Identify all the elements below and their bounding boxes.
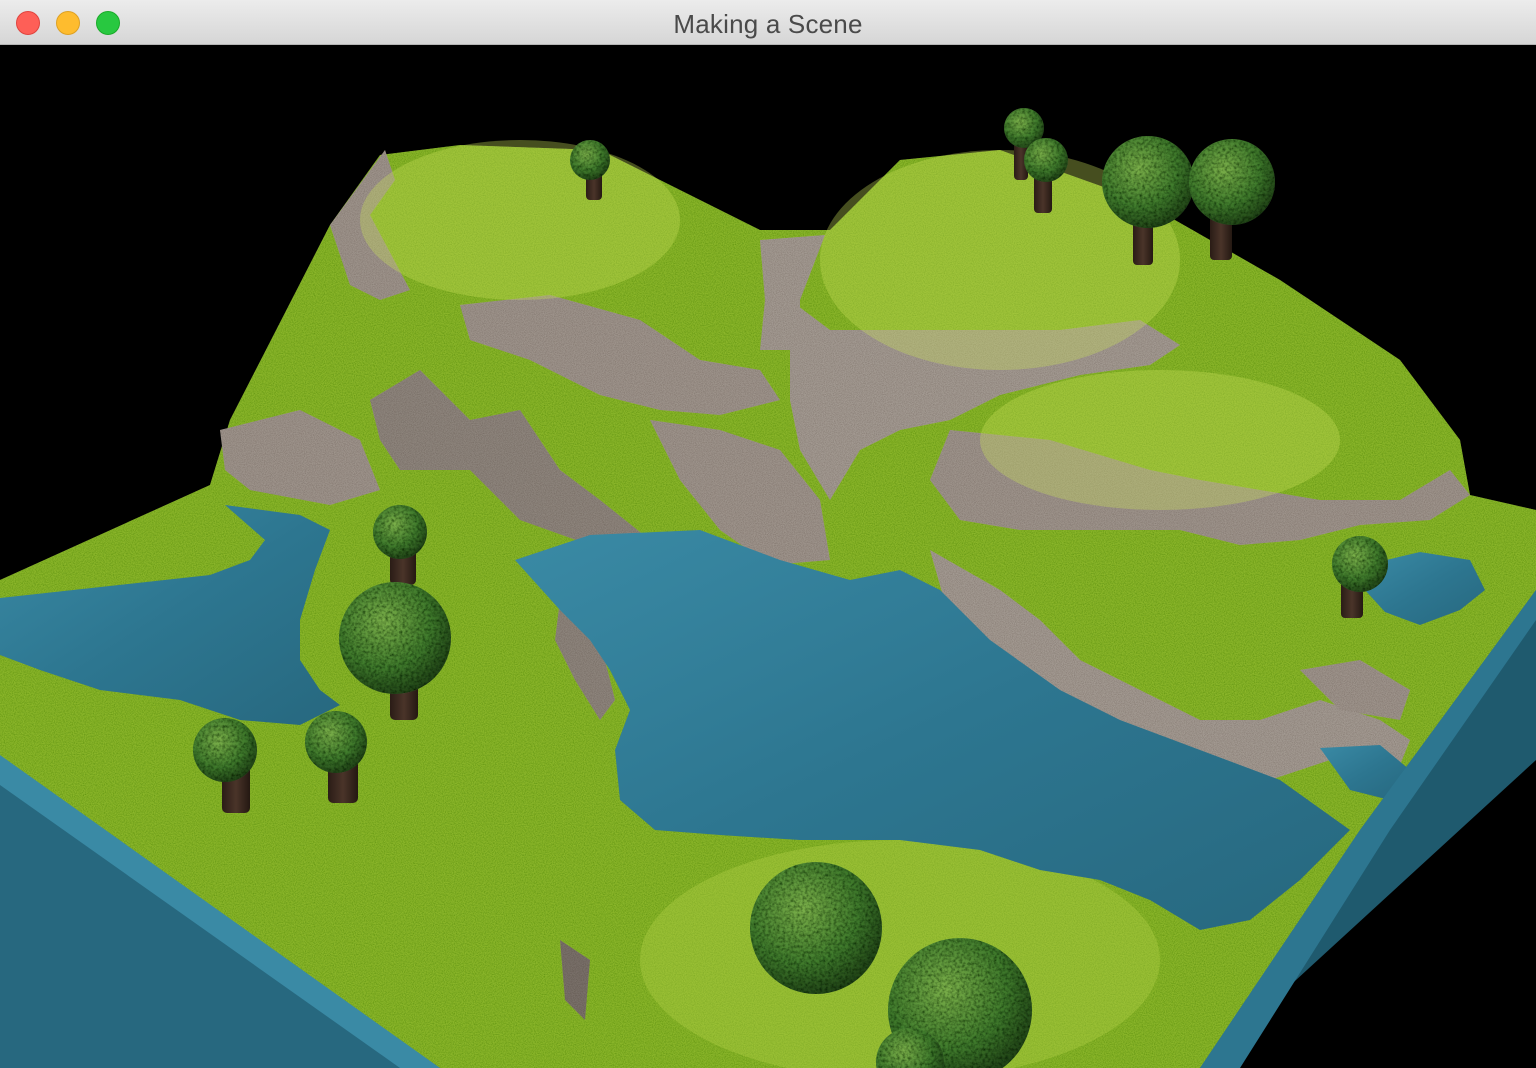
tree	[750, 862, 882, 994]
render-viewport[interactable]	[0, 45, 1536, 1068]
terrain-scene	[0, 108, 1536, 1068]
app-window: Making a Scene	[0, 0, 1536, 1068]
window-title: Making a Scene	[673, 9, 863, 39]
title-bar[interactable]: Making a Scene	[0, 0, 1536, 45]
